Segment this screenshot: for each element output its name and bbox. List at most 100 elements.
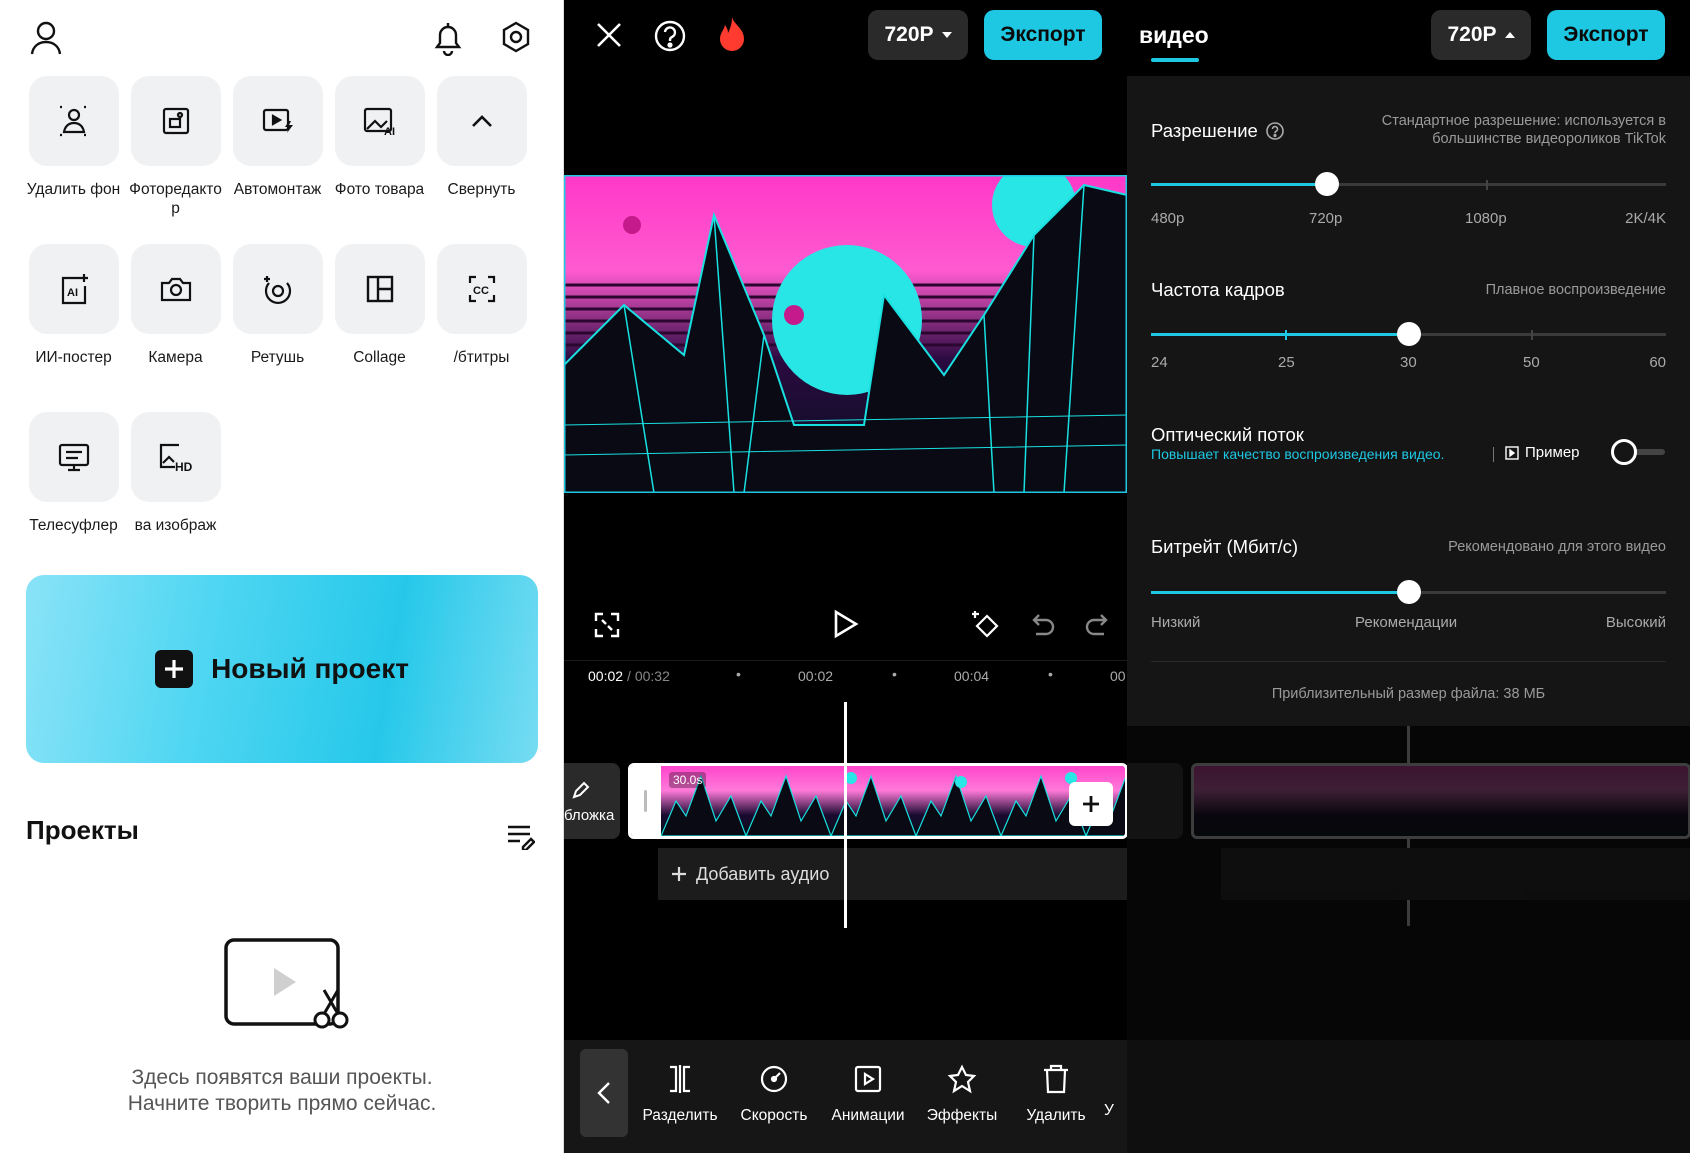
plus-icon [672, 867, 686, 881]
tile-collage[interactable]: Collage [332, 244, 427, 367]
help-icon[interactable] [1266, 122, 1284, 140]
list-edit-icon[interactable] [502, 818, 538, 854]
video-preview[interactable] [564, 175, 1127, 493]
add-clip-button[interactable] [1069, 782, 1113, 826]
ruler-mark: 00:02 [798, 668, 834, 684]
tool-animation[interactable]: Анимации [822, 1064, 914, 1125]
slider-fill [1151, 333, 1409, 336]
tile-captions[interactable]: CC /бтитры [434, 244, 529, 367]
resolution-dropdown[interactable]: 720P [1431, 10, 1531, 60]
video-clip[interactable]: 30.0s [628, 763, 1127, 839]
tile-remove-background[interactable]: Удалить фон [26, 76, 121, 199]
bitrate-slider[interactable] [1151, 580, 1666, 604]
tile-label: ИИ-постер [35, 349, 112, 366]
video-frame-image [564, 175, 1127, 493]
optical-flow-description: Повышает качество воспроизведения видео. [1151, 446, 1445, 462]
editor-panel: 720P Экспорт 00:02 / 00:32 • 00:02 • 00:… [564, 0, 1127, 1153]
add-audio-button[interactable]: Добавить аудио [658, 848, 1127, 900]
resolution-option[interactable]: 720p [1309, 210, 1342, 227]
ruler-mark: 00 [1110, 668, 1126, 684]
tool-label: Эффекты [926, 1107, 998, 1124]
settings-icon[interactable] [496, 18, 536, 58]
tool-split[interactable]: Разделить [634, 1064, 726, 1125]
bitrate-hint: Рекомендовано для этого видео [1448, 539, 1666, 555]
svg-text:CC: CC [473, 285, 489, 297]
profile-icon[interactable] [26, 18, 66, 58]
split-icon [670, 1065, 690, 1093]
tool-label: У [1104, 1102, 1114, 1119]
frame-rate-option[interactable]: 50 [1523, 354, 1540, 371]
bitrate-option[interactable]: Рекомендации [1355, 614, 1457, 631]
export-button[interactable]: Экспорт [1547, 10, 1665, 60]
close-icon[interactable] [592, 18, 626, 52]
toolbar-back-button[interactable] [580, 1049, 628, 1137]
tile-teleprompter[interactable]: Телесуфлер [26, 412, 121, 535]
frame-rate-option[interactable]: 60 [1649, 354, 1666, 371]
slider-knob[interactable] [1397, 322, 1421, 346]
resolution-slider[interactable] [1151, 172, 1666, 196]
fullscreen-icon[interactable] [590, 608, 624, 642]
teleprompter-icon [58, 443, 89, 472]
remove-background-icon [59, 105, 88, 137]
bitrate-option[interactable]: Низкий [1151, 614, 1200, 631]
plus-icon [155, 650, 194, 688]
tile-label: Камера [148, 349, 203, 366]
tile-label: /бтитры [453, 349, 510, 366]
delete-icon [1044, 1064, 1068, 1094]
captions-icon: CC [468, 275, 495, 303]
playhead[interactable] [844, 702, 847, 928]
optical-flow-toggle[interactable] [1611, 438, 1665, 466]
plus-icon [1083, 796, 1099, 812]
new-project-button[interactable]: Новый проект [26, 575, 538, 763]
resolution-dropdown[interactable]: 720P [868, 10, 968, 60]
ai-poster-icon: AI [61, 274, 88, 305]
optical-flow-example-link[interactable]: Пример [1505, 444, 1580, 461]
ruler-dot: • [1048, 666, 1053, 682]
tile-hd-image[interactable]: HD ва изображ [128, 412, 223, 535]
resolution-option[interactable]: 1080p [1465, 210, 1507, 227]
empty-line-1: Здесь появятся ваши проекты. [131, 1066, 433, 1089]
play-icon[interactable] [828, 606, 864, 642]
undo-icon[interactable] [1024, 606, 1060, 642]
tool-effects[interactable]: Эффекты [916, 1064, 1008, 1125]
tile-auto-edit[interactable]: Автомонтаж [230, 76, 325, 199]
bitrate-option[interactable]: Высокий [1606, 614, 1666, 631]
tab-video[interactable]: видео [1139, 22, 1209, 49]
tile-product-photo[interactable]: AI Фото товара [332, 76, 427, 199]
slider-knob[interactable] [1397, 580, 1421, 604]
bell-icon[interactable] [428, 18, 468, 58]
ruler-dot: • [892, 666, 897, 682]
tile-photo-editor[interactable]: Фоторедакто р [128, 76, 223, 218]
slider-knob[interactable] [1315, 172, 1339, 196]
export-button[interactable]: Экспорт [984, 10, 1102, 60]
clip-handle[interactable] [631, 766, 661, 836]
frame-rate-slider[interactable] [1151, 322, 1666, 346]
tool-label: Удалить [1026, 1107, 1086, 1124]
redo-icon[interactable] [1080, 606, 1116, 642]
resolution-option[interactable]: 2K/4K [1625, 210, 1666, 227]
tile-retouch[interactable]: Ретушь [230, 244, 325, 367]
tile-label: Фоторедакто р [129, 181, 222, 217]
hd-image-icon: HD [159, 443, 192, 473]
cover-button[interactable]: бложка [564, 763, 620, 839]
frame-rate-option[interactable]: 30 [1400, 354, 1417, 371]
tool-delete[interactable]: Удалить [1010, 1064, 1102, 1125]
resolution-option[interactable]: 480p [1151, 210, 1184, 227]
tool-label: Скорость [740, 1107, 808, 1124]
help-icon[interactable] [652, 18, 688, 54]
tile-label: Свернуть [447, 181, 516, 198]
tool-speed[interactable]: Скорость [728, 1064, 820, 1125]
frame-rate-option[interactable]: 24 [1151, 354, 1168, 371]
keyframe-icon[interactable] [968, 606, 1004, 642]
collage-icon [366, 275, 393, 303]
tile-ai-poster[interactable]: AI ИИ-постер [26, 244, 121, 367]
tile-camera[interactable]: Камера [128, 244, 223, 367]
play-box-icon [1505, 445, 1519, 460]
timeline-divider [564, 660, 1127, 661]
svg-text:AI: AI [67, 287, 78, 299]
tile-collapse[interactable]: Свернуть [434, 76, 529, 199]
frame-rate-option[interactable]: 25 [1278, 354, 1295, 371]
camera-icon [160, 277, 191, 302]
tool-more[interactable]: У [1104, 1064, 1127, 1120]
fire-icon[interactable] [714, 14, 750, 54]
